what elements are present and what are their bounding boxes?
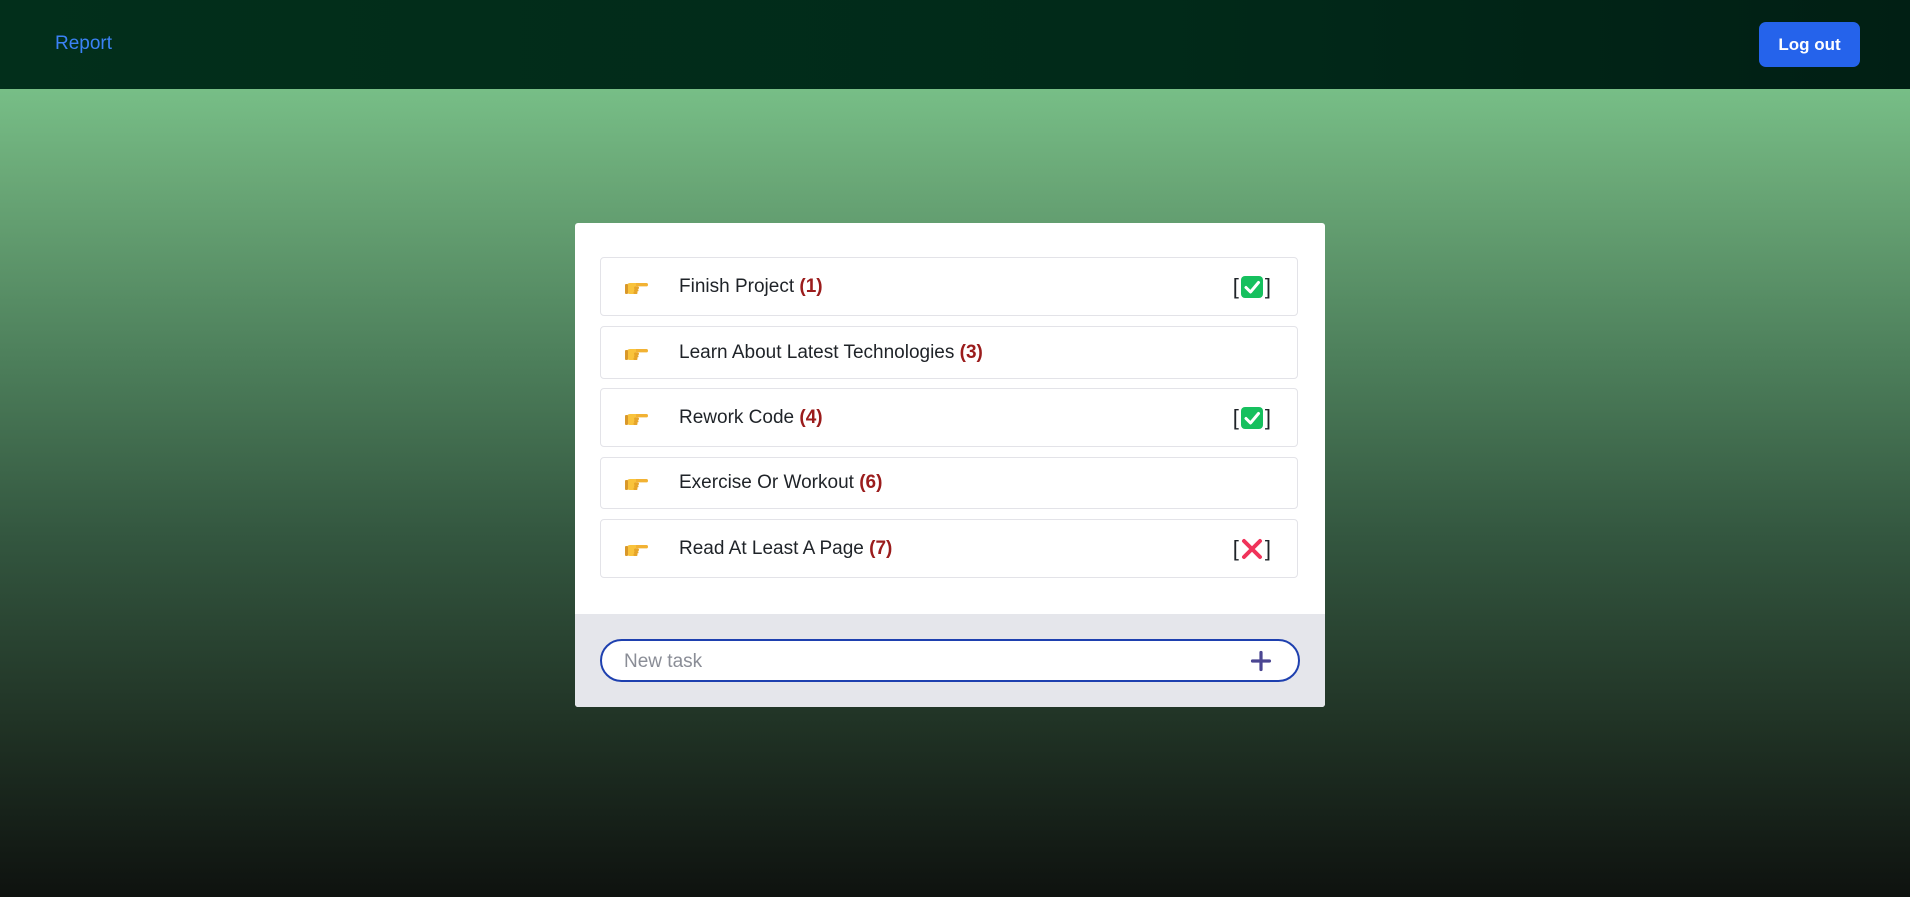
pointing-hand-icon: [625, 413, 648, 425]
task-label: Read At Least A Page (7): [679, 538, 892, 560]
check-box-icon: [1240, 406, 1263, 429]
task-title: Read At Least A Page: [679, 537, 864, 559]
report-link[interactable]: Report: [55, 33, 112, 55]
task-item[interactable]: Read At Least A Page (7) [ ]: [600, 519, 1298, 578]
task-item[interactable]: Exercise Or Workout (6): [600, 457, 1298, 509]
task-label: Finish Project (1): [679, 276, 823, 298]
task-status[interactable]: [ ]: [1233, 536, 1271, 562]
task-status[interactable]: [ ]: [1233, 274, 1271, 300]
plus-icon[interactable]: [1250, 650, 1272, 672]
bracket-close: ]: [1264, 535, 1271, 561]
pointing-hand-icon: [625, 282, 648, 294]
task-count: (7): [869, 537, 893, 559]
check-box-icon: [1240, 275, 1263, 298]
pointing-hand-icon: [625, 544, 648, 556]
task-label: Rework Code (4): [679, 407, 823, 429]
pointing-hand-icon: [625, 348, 648, 360]
task-count: (1): [799, 275, 823, 297]
task-count: (6): [859, 472, 883, 493]
task-title: Finish Project: [679, 275, 795, 297]
task-item[interactable]: Learn About Latest Technologies (3): [600, 326, 1298, 379]
task-count: (3): [959, 341, 983, 363]
task-count: (4): [799, 406, 823, 428]
task-title: Learn About Latest Technologies: [679, 341, 955, 363]
task-item[interactable]: Finish Project (1) [ ]: [600, 257, 1298, 316]
bracket-open: [: [1232, 273, 1239, 299]
task-item[interactable]: Rework Code (4) [ ]: [600, 388, 1298, 447]
task-label: Exercise Or Workout (6): [679, 472, 882, 494]
bracket-open: [: [1232, 404, 1239, 430]
new-task-footer: [575, 614, 1325, 707]
task-title: Rework Code: [679, 406, 795, 428]
task-card: Finish Project (1) [ ] Learn About Lates…: [575, 223, 1325, 707]
new-task-input[interactable]: [622, 649, 1226, 675]
top-navbar: Report Log out: [0, 0, 1910, 89]
bracket-close: ]: [1264, 404, 1271, 430]
cross-mark-icon: [1241, 538, 1262, 559]
task-status[interactable]: [ ]: [1233, 405, 1271, 431]
task-label: Learn About Latest Technologies (3): [679, 342, 983, 364]
task-title: Exercise Or Workout: [679, 472, 854, 493]
logout-button[interactable]: Log out: [1759, 22, 1860, 67]
bracket-close: ]: [1264, 273, 1271, 299]
pointing-hand-icon: [625, 479, 648, 490]
new-task-field[interactable]: [600, 639, 1300, 682]
bracket-open: [: [1232, 535, 1239, 561]
